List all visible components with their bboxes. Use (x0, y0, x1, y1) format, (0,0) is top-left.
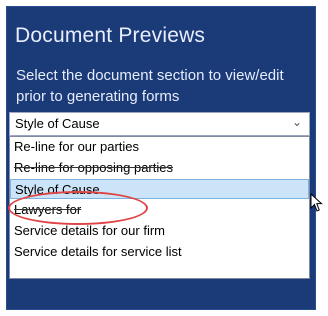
option-label: Service details for our firm (14, 223, 165, 238)
chevron-down-icon[interactable]: ⌄ (292, 115, 302, 129)
option-service-details-our-firm[interactable]: Service details for our firm (10, 221, 309, 241)
document-section-select[interactable]: Style of Cause ⌄ (9, 112, 310, 136)
document-section-options-list[interactable]: Re-line for our parties Re-line for oppo… (9, 136, 310, 279)
option-lawyers-for[interactable]: Lawyers for (10, 200, 309, 220)
option-re-line-opposing-parties[interactable]: Re-line for opposing parties (10, 158, 309, 178)
selected-section-value: Style of Cause (15, 116, 100, 131)
panel-instruction: Select the document section to view/edit… (16, 67, 284, 105)
option-label: Style of Cause (15, 182, 100, 197)
mouse-cursor-icon (310, 193, 323, 212)
option-label: Re-line for our parties (14, 139, 139, 154)
option-label: Re-line for opposing parties (14, 160, 173, 175)
option-label: Service details for service list (14, 244, 182, 259)
option-label: Lawyers for (14, 202, 82, 217)
option-re-line-our-parties[interactable]: Re-line for our parties (10, 137, 309, 157)
panel-title: Document Previews (15, 24, 206, 47)
option-style-of-cause[interactable]: Style of Cause (10, 179, 309, 199)
option-service-details-service-list[interactable]: Service details for service list (10, 242, 309, 262)
